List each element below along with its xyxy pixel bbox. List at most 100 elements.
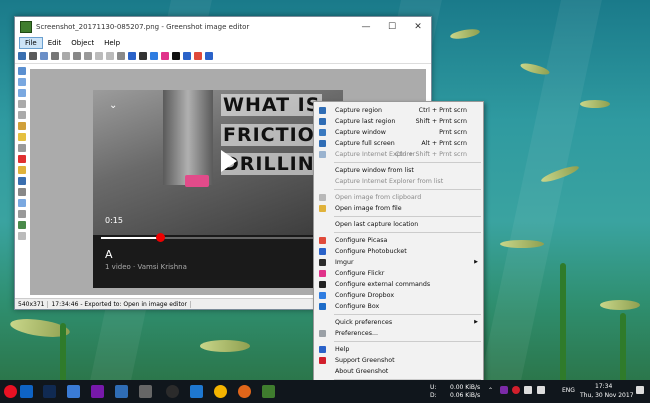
help-icon[interactable] [205,52,213,60]
volume-icon[interactable] [537,386,545,394]
terminal-icon[interactable] [172,52,180,60]
net-upload-label: U: [430,384,437,391]
app-icon-1[interactable] [4,385,17,398]
menu-item-configure-dropbox[interactable]: Configure Dropbox [314,290,483,300]
menu-item-configure-external-commands[interactable]: Configure external commands [314,279,483,289]
greenshot-taskbar-icon[interactable] [262,385,275,398]
clock-time[interactable]: 17:34 [595,383,612,390]
chevron-up-icon[interactable]: ⌃ [488,387,493,394]
app-icon-2[interactable] [20,385,33,398]
chrome-icon[interactable] [214,385,227,398]
tray-app-icon[interactable] [500,386,508,394]
menu-file[interactable]: File [19,37,43,49]
menu-item-configure-flickr[interactable]: Configure Flickr [314,268,483,278]
submenu-arrow-icon: ▶ [474,319,478,325]
net-download-label: D: [430,392,437,399]
menu-item-support-greenshot[interactable]: Support Greenshot [314,355,483,365]
menu-item-open-last-capture-location[interactable]: Open last capture location [314,219,483,229]
image-tool-icon[interactable] [18,199,26,207]
redo-icon[interactable] [106,52,114,60]
save-icon[interactable] [18,52,26,60]
app-icon-8[interactable] [166,385,179,398]
speechbubble-tool-icon[interactable] [18,166,26,174]
settings-icon [319,329,326,337]
counter-tool-icon[interactable] [18,155,26,163]
copy-icon[interactable] [40,52,48,60]
edge-icon[interactable] [190,385,203,398]
print-icon[interactable] [51,52,59,60]
imgur-icon[interactable] [139,52,147,60]
menu-item-capture-full-screen[interactable]: Capture full screen Alt + Prnt scrn [314,138,483,148]
arrow-tool-icon[interactable] [18,111,26,119]
photoshop-icon[interactable] [43,385,56,398]
resize-tool-icon[interactable] [18,232,26,240]
menu-item-label: Capture window from list [335,166,414,174]
clock-date[interactable]: Thu, 30 Nov 2017 [580,392,634,399]
menu-item-label: Open image from clipboard [335,193,422,201]
menu-item-label: Configure Picasa [335,236,388,244]
paste-icon[interactable] [84,52,92,60]
menu-item-capture-window[interactable]: Capture window Prnt scrn [314,127,483,137]
cube-app-icon[interactable] [67,385,80,398]
text-tool-icon[interactable] [18,177,26,185]
video-time: 0:15 [105,216,123,225]
onenote-icon[interactable] [91,385,104,398]
highlight-tool-icon[interactable] [18,133,26,141]
menu-separator [334,314,481,315]
flickr-icon[interactable] [161,52,169,60]
menu-item-capture-last-region[interactable]: Capture last region Shift + Prnt scrn [314,116,483,126]
line-tool-icon[interactable] [18,100,26,108]
menu-item-quick-preferences[interactable]: Quick preferences ▶ [314,317,483,327]
app-icon-7[interactable] [139,385,152,398]
save-as-icon[interactable] [29,52,37,60]
undo-icon[interactable] [95,52,103,60]
box-icon [319,302,326,310]
photobucket-icon [319,247,326,255]
copy-object-icon[interactable] [73,52,81,60]
menu-separator [334,232,481,233]
menu-item-configure-box[interactable]: Configure Box [314,301,483,311]
close-button[interactable]: ✕ [405,22,431,32]
upload-icon[interactable] [128,52,136,60]
menu-item-capture-window-from-list[interactable]: Capture window from list [314,165,483,175]
clipboard-icon [319,193,326,201]
menu-item-open-image-from-file[interactable]: Open image from file [314,203,483,213]
ellipse-tool-icon[interactable] [18,89,26,97]
menu-item-configure-photobucket[interactable]: Configure Photobucket [314,246,483,256]
firefox-icon[interactable] [238,385,251,398]
dropbox-icon[interactable] [150,52,158,60]
store-icon[interactable] [115,385,128,398]
settings-icon[interactable] [117,52,125,60]
region-icon [319,106,326,114]
maximize-button[interactable]: ☐ [379,22,405,32]
fullscreen-icon [319,139,326,147]
rotate-tool-icon[interactable] [18,210,26,218]
title-bar: Screenshot_20171130-085207.png - Greensh… [15,17,431,37]
tray-heart-icon[interactable] [512,386,520,394]
menu-separator [334,341,481,342]
obfuscate-tool-icon[interactable] [18,144,26,152]
menu-item-help[interactable]: Help [314,344,483,354]
minimize-button[interactable]: — [353,22,379,32]
rectangle-tool-icon[interactable] [18,78,26,86]
network-icon[interactable] [524,386,532,394]
cut-icon[interactable] [62,52,70,60]
crop-tool-icon[interactable] [18,188,26,196]
cursor-tool-icon[interactable] [18,67,26,75]
notifications-icon[interactable] [636,386,644,394]
menu-object[interactable]: Object [66,38,99,48]
menu-item-capture-internet-explorer: Capture Internet Explorer Ctrl + Shift + … [314,149,483,159]
menu-item-preferences[interactable]: Preferences... [314,328,483,338]
menu-item-imgur[interactable]: Imgur ▶ [314,257,483,267]
menu-item-about-greenshot[interactable]: About Greenshot [314,366,483,376]
box-icon[interactable] [183,52,191,60]
menu-item-configure-picasa[interactable]: Configure Picasa [314,235,483,245]
menu-item-capture-region[interactable]: Capture region Ctrl + Prnt scrn [314,105,483,115]
menu-item-capture-internet-explorer-from-list: Capture Internet Explorer from list [314,176,483,186]
effects-tool-icon[interactable] [18,221,26,229]
menu-edit[interactable]: Edit [43,38,67,48]
language-indicator[interactable]: ENG [562,387,575,394]
picasa-icon[interactable] [194,52,202,60]
pencil-tool-icon[interactable] [18,122,26,130]
menu-help[interactable]: Help [99,38,125,48]
